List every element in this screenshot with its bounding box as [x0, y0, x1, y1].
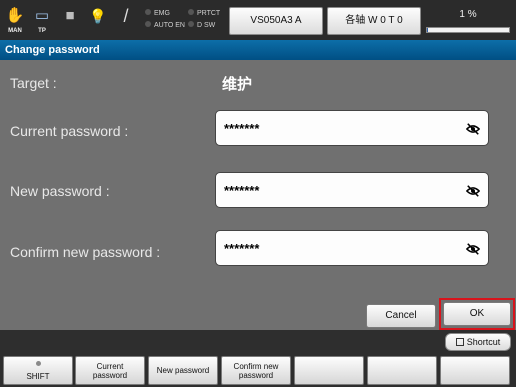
function-key-5[interactable] [294, 356, 364, 385]
axis-mode-button[interactable]: 各轴 W 0 T 0 [327, 7, 421, 35]
auto-enable-lamp: AUTO EN [145, 20, 185, 32]
new-password-key[interactable]: New password [148, 356, 218, 385]
stop-indicator[interactable]: ■ [59, 4, 81, 38]
emg-lamp: EMG [145, 8, 185, 20]
shortcut-label: Shortcut [466, 337, 501, 347]
deadman-switch-lamp: D SW [188, 20, 220, 32]
mode-caption: MAN [8, 28, 22, 34]
lightbulb-icon: 💡 [89, 8, 107, 24]
new-password-label: New password : [10, 183, 110, 199]
speed-bar [426, 27, 510, 33]
teach-pendant-indicator[interactable]: ▭ TP [31, 4, 53, 38]
teach-pendant-icon: ▭ [34, 7, 50, 24]
function-key-6[interactable] [367, 356, 437, 385]
current-password-value: ******* [224, 121, 260, 136]
hide-password-icon[interactable] [466, 242, 480, 256]
protect-lamp: PRTCT [188, 8, 220, 20]
lamp-group-right: PRTCT D SW [188, 8, 220, 32]
ok-button-highlight: OK [439, 298, 515, 330]
tp-caption: TP [38, 28, 46, 34]
wrench-icon: / [123, 6, 129, 26]
shortcut-button[interactable]: Shortcut [445, 333, 511, 351]
status-bar: ✋ MAN ▭ TP ■ 💡 / EMG AUTO EN PRTCT D SW … [0, 0, 516, 40]
new-password-value: ******* [224, 183, 260, 198]
lamp-indicator[interactable]: 💡 [87, 4, 109, 38]
hand-icon: ✋ [5, 7, 25, 24]
robot-select-button[interactable]: VS050A3 A [229, 7, 323, 35]
shift-led-icon [36, 361, 41, 366]
stop-square-icon: ■ [65, 7, 75, 24]
dialog-title: Change password [0, 40, 516, 60]
confirm-password-label: Confirm new password : [10, 244, 161, 260]
hide-password-icon[interactable] [466, 184, 480, 198]
cancel-button[interactable]: Cancel [366, 304, 436, 328]
target-label: Target : [10, 75, 57, 91]
confirm-new-password-key[interactable]: Confirm new password [221, 356, 291, 385]
speed-indicator[interactable]: 1 % [424, 7, 512, 35]
change-password-dialog: Target : 维护 Current password : ******* N… [0, 60, 516, 330]
confirm-password-field[interactable]: ******* [215, 230, 489, 266]
confirm-password-value: ******* [224, 241, 260, 256]
shortcut-icon [455, 337, 464, 346]
speed-percent: 1 % [459, 9, 477, 20]
speed-bar-fill [427, 28, 428, 32]
ok-button[interactable]: OK [443, 302, 511, 326]
target-value: 维护 [222, 76, 253, 93]
current-password-field[interactable]: ******* [215, 110, 489, 146]
current-password-key[interactable]: Current password [75, 356, 145, 385]
manual-mode-indicator[interactable]: ✋ MAN [4, 4, 26, 38]
lamp-group-left: EMG AUTO EN [145, 8, 185, 32]
function-keys: SHIFT Current password New password Conf… [3, 356, 513, 385]
function-key-bar: Shortcut SHIFT Current password New pass… [0, 330, 516, 387]
tool-indicator[interactable]: / [115, 4, 137, 38]
current-password-label: Current password : [10, 123, 129, 139]
shift-key[interactable]: SHIFT [3, 356, 73, 385]
function-key-7[interactable] [440, 356, 510, 385]
hide-password-icon[interactable] [466, 122, 480, 136]
new-password-field[interactable]: ******* [215, 172, 489, 208]
